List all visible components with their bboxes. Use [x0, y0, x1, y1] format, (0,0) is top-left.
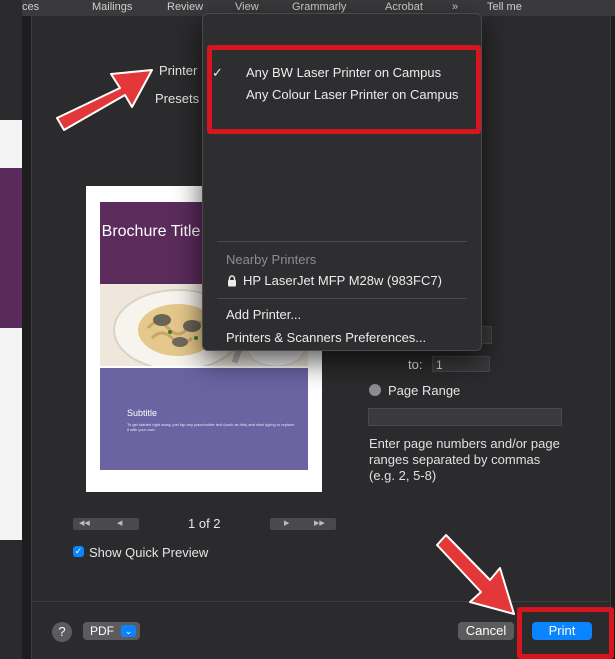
annotation-arrows: [56, 69, 515, 615]
arrow-icon: [56, 69, 153, 131]
arrow-icon: [436, 534, 515, 615]
